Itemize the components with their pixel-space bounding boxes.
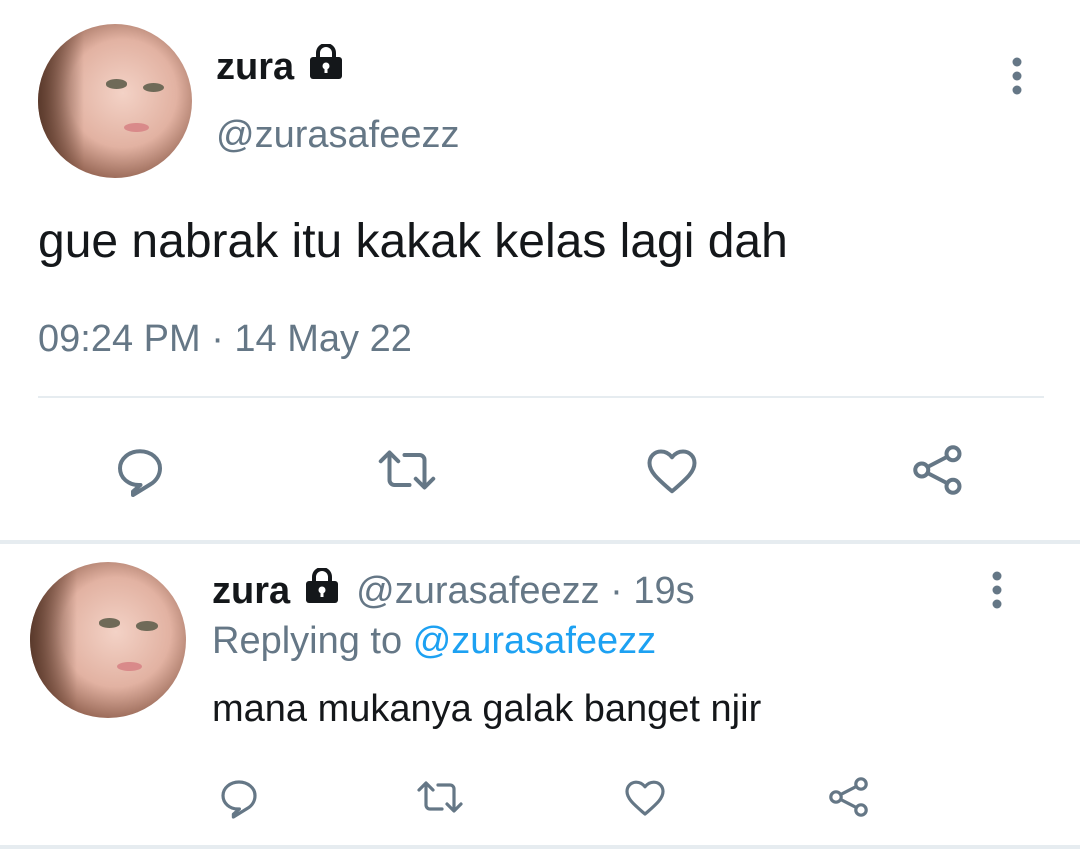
share-icon — [829, 777, 868, 817]
reply-button[interactable] — [108, 438, 172, 502]
reply-like-button[interactable] — [620, 772, 670, 822]
lock-icon — [306, 43, 346, 90]
heart-icon — [647, 449, 697, 494]
retweet-icon — [417, 781, 463, 813]
more-vertical-icon[interactable] — [1006, 56, 1028, 101]
like-button[interactable] — [640, 438, 704, 502]
section-separator — [0, 540, 1080, 544]
reply-share-button[interactable] — [824, 772, 874, 822]
replying-to-link[interactable]: @zurasafeezz — [413, 620, 656, 662]
author-name-row[interactable]: zura — [216, 43, 346, 90]
reply-retweet-button[interactable] — [412, 772, 468, 822]
reply-avatar[interactable] — [30, 562, 186, 718]
retweet-button[interactable] — [372, 438, 442, 502]
tweet-timestamp[interactable]: 09:24 PM · 14 May 22 — [38, 318, 412, 361]
author-display-name[interactable]: zura — [216, 46, 294, 89]
reply-icon — [118, 449, 162, 497]
bottom-divider — [0, 845, 1080, 849]
replying-prefix: Replying to — [212, 620, 403, 662]
lock-icon — [302, 567, 342, 614]
reply-display-name[interactable]: zura — [212, 570, 290, 613]
heart-icon — [625, 780, 665, 816]
reply-icon — [221, 780, 257, 819]
divider — [38, 396, 1044, 398]
share-icon — [913, 445, 962, 495]
more-vertical-icon[interactable] — [986, 570, 1008, 615]
reply-text: mana mukanya galak banget njir — [212, 688, 762, 730]
reply-header: zura @zurasafeezz · 19s — [212, 567, 695, 614]
share-button[interactable] — [906, 438, 970, 502]
tweet-detail-page: zura @zurasafeezz gue nabrak itu kakak k… — [0, 0, 1080, 849]
replying-to: Replying to @zurasafeezz — [212, 620, 656, 663]
main-tweet: zura @zurasafeezz gue nabrak itu kakak k… — [0, 0, 1080, 540]
reply-reply-button[interactable] — [214, 772, 264, 822]
author-handle[interactable]: @zurasafeezz — [216, 114, 459, 157]
reply-handle-time[interactable]: @zurasafeezz · 19s — [356, 570, 695, 613]
retweet-icon — [378, 450, 436, 490]
tweet-text: gue nabrak itu kakak kelas lagi dah — [38, 215, 788, 268]
avatar[interactable] — [38, 24, 192, 178]
